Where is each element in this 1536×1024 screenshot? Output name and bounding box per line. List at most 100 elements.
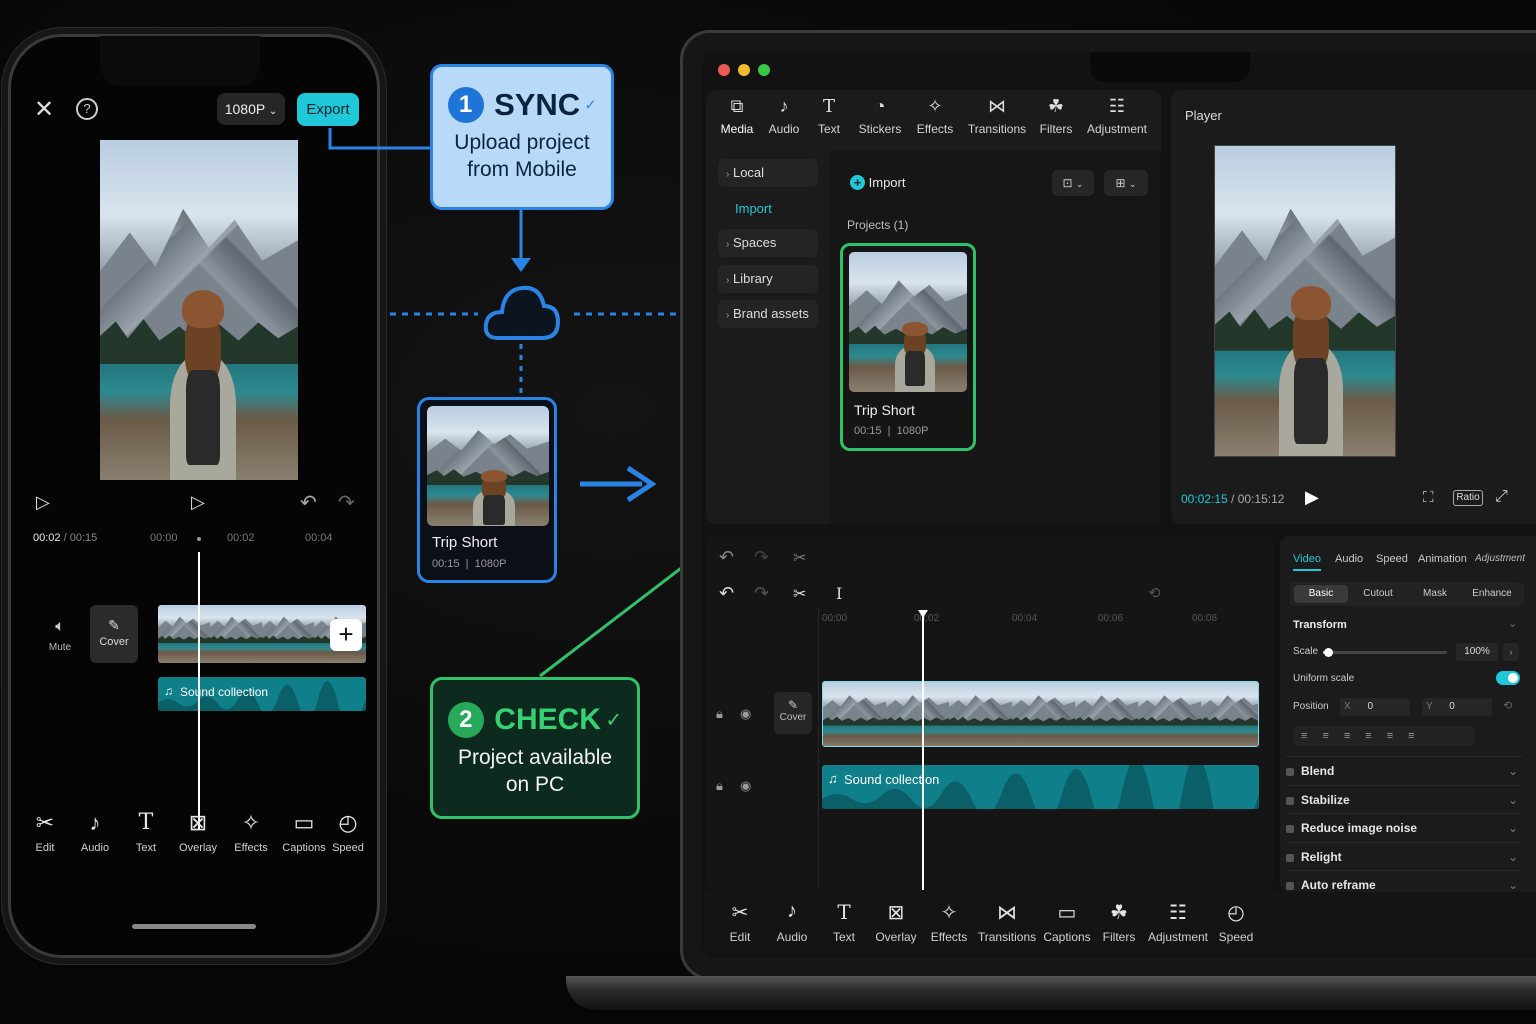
desktop-project-card[interactable]: Trip Short 00:15 | 1080P bbox=[840, 243, 976, 451]
reset-icon[interactable]: ⟲ bbox=[1503, 699, 1512, 712]
scale-stepper[interactable]: › bbox=[1503, 643, 1519, 661]
chevron-right-icon: › bbox=[726, 169, 730, 180]
subtab-mask[interactable]: Mask bbox=[1410, 585, 1460, 603]
sparkle-icon: ✧ bbox=[927, 96, 943, 116]
clip-frame bbox=[1138, 682, 1201, 746]
top-tool-stickers[interactable]: ◔ Stickers bbox=[851, 96, 909, 136]
bottom-tool-edit[interactable]: ✂ Edit bbox=[710, 900, 770, 944]
align-center-icon[interactable]: ≡ bbox=[1322, 730, 1343, 742]
align-bottom-icon[interactable]: ≡ bbox=[1408, 730, 1429, 742]
top-tool-filters[interactable]: ☘ Filters bbox=[1027, 96, 1085, 136]
bottom-tool-effects[interactable]: ✧ Effects bbox=[919, 900, 979, 944]
window-maximize-button[interactable] bbox=[758, 64, 770, 76]
bottom-tool-adjustment[interactable]: ☷ Adjustment bbox=[1144, 900, 1212, 944]
table-icon: ⊞ bbox=[1115, 176, 1126, 190]
timeline-video-track[interactable] bbox=[822, 681, 1259, 747]
section-checkbox[interactable] bbox=[1286, 881, 1294, 890]
align-right-icon[interactable]: ≡ bbox=[1344, 730, 1365, 742]
tool-label: Adjustment bbox=[1147, 930, 1209, 944]
bottom-tool-filters[interactable]: ☘ Filters bbox=[1089, 900, 1149, 944]
crop-icon[interactable]: ⛶ bbox=[1423, 489, 1434, 506]
chevron-down-icon[interactable]: ⌄ bbox=[1508, 617, 1517, 630]
section-checkbox[interactable] bbox=[1286, 824, 1294, 833]
laptop-base bbox=[566, 976, 1536, 1010]
props-tab-adjustment[interactable]: Adjustment bbox=[1475, 553, 1533, 564]
sync-line2: from Mobile bbox=[467, 158, 577, 181]
subtab-enhance[interactable]: Enhance bbox=[1464, 585, 1520, 603]
bottom-tool-overlay[interactable]: ⊠ Overlay bbox=[866, 900, 926, 944]
tool-label: Edit bbox=[729, 930, 751, 944]
bottom-tool-captions[interactable]: ▭ Captions bbox=[1037, 900, 1097, 944]
timeline-audio-track[interactable]: ♫ Sound collection bbox=[822, 765, 1259, 809]
props-tab-speed[interactable]: Speed bbox=[1376, 553, 1408, 565]
position-y-field[interactable]: Y 0 bbox=[1422, 698, 1492, 716]
sort-button[interactable]: ⊞ ⌄ bbox=[1104, 170, 1148, 196]
view-toggle-button[interactable]: ⊡ ⌄ bbox=[1052, 170, 1094, 196]
import-button[interactable]: + Import bbox=[850, 175, 905, 190]
check-callout: 2 CHECK ✓ Project available on PC bbox=[430, 677, 640, 819]
lock-icon[interactable]: 🔒︎ bbox=[716, 778, 723, 794]
section-checkbox[interactable] bbox=[1286, 767, 1294, 776]
fullscreen-icon[interactable]: ⤢ bbox=[1495, 488, 1508, 506]
ratio-button[interactable]: Ratio bbox=[1453, 490, 1483, 506]
scale-value-input[interactable]: 100% bbox=[1456, 643, 1498, 661]
align-left-icon[interactable]: ≡ bbox=[1301, 730, 1322, 742]
top-tool-transitions[interactable]: ⋈ Transitions bbox=[962, 96, 1032, 136]
position-x-field[interactable]: X 0 bbox=[1340, 698, 1410, 716]
section-relight[interactable]: Relight ⌄ bbox=[1286, 843, 1526, 871]
top-tool-adjustment[interactable]: ☷ Adjustment bbox=[1082, 96, 1152, 136]
align-toolbar[interactable]: ≡≡≡≡≡≡ bbox=[1293, 726, 1475, 746]
uniform-scale-toggle[interactable] bbox=[1496, 671, 1520, 685]
sidebar-item-local[interactable]: › Local bbox=[718, 159, 818, 187]
bottom-tool-text[interactable]: T Text bbox=[814, 900, 874, 944]
transform-heading: Transform bbox=[1293, 619, 1347, 631]
eye-icon[interactable]: ◉ bbox=[740, 778, 751, 794]
sidebar-item-brand-assets[interactable]: › Brand assets bbox=[718, 300, 818, 328]
subtab-cutout[interactable]: Cutout bbox=[1352, 585, 1404, 603]
window-minimize-button[interactable] bbox=[738, 64, 750, 76]
props-tab-animation[interactable]: Animation bbox=[1418, 553, 1467, 565]
time-total: 00:15:12 bbox=[1237, 492, 1285, 506]
sidebar-item-spaces[interactable]: › Spaces bbox=[718, 229, 818, 257]
eye-icon[interactable]: ◉ bbox=[740, 706, 751, 722]
time-separator: / bbox=[1227, 492, 1238, 506]
axis-label: Y bbox=[1426, 701, 1433, 712]
snap-icon[interactable]: ⟲ bbox=[1148, 584, 1161, 602]
props-tab-audio[interactable]: Audio bbox=[1335, 553, 1363, 565]
player-video bbox=[1214, 145, 1396, 457]
section-stabilize[interactable]: Stabilize ⌄ bbox=[1286, 786, 1526, 814]
window-close-button[interactable] bbox=[718, 64, 730, 76]
sidebar-item-import[interactable]: Import bbox=[735, 201, 772, 216]
subtab-basic[interactable]: Basic bbox=[1294, 585, 1348, 603]
bottom-tool-transitions[interactable]: ⋈ Transitions bbox=[974, 900, 1040, 944]
redo-icon[interactable]: ↷ bbox=[754, 583, 769, 604]
section-blend[interactable]: Blend ⌄ bbox=[1286, 757, 1526, 785]
sidebar-item-library[interactable]: › Library bbox=[718, 265, 818, 293]
top-tool-effects[interactable]: ✧ Effects bbox=[906, 96, 964, 136]
trim-icon[interactable]: I bbox=[836, 584, 842, 603]
lock-icon[interactable]: 🔒︎ bbox=[716, 706, 723, 722]
ruler-mark: 00:04 bbox=[1012, 613, 1038, 624]
top-tool-text[interactable]: T Text bbox=[800, 96, 858, 136]
section-checkbox[interactable] bbox=[1286, 853, 1294, 862]
tool-label: Filters bbox=[1102, 930, 1136, 944]
ruler-mark: 00:06 bbox=[1098, 613, 1124, 624]
ghost-redo-icon: ↷ bbox=[754, 547, 770, 567]
bottom-tool-speed[interactable]: ◴ Speed bbox=[1206, 900, 1266, 944]
hiker-figure bbox=[1279, 286, 1343, 456]
align-top-icon[interactable]: ≡ bbox=[1365, 730, 1386, 742]
scale-slider[interactable] bbox=[1323, 648, 1447, 657]
timeline-playhead[interactable] bbox=[922, 612, 924, 890]
timeline-cover-button[interactable]: ✎ Cover bbox=[774, 692, 812, 734]
captions-icon: ▭ bbox=[1057, 902, 1077, 924]
undo-icon[interactable]: ↶ bbox=[719, 583, 734, 604]
props-tab-video[interactable]: Video bbox=[1293, 553, 1321, 571]
section-reduce-image-noise[interactable]: Reduce image noise ⌄ bbox=[1286, 814, 1526, 842]
player-play-button[interactable]: ▶ bbox=[1305, 487, 1319, 508]
scissors-icon: ✂ bbox=[731, 902, 749, 924]
align-middle-icon[interactable]: ≡ bbox=[1387, 730, 1408, 742]
scale-slider-knob[interactable] bbox=[1323, 648, 1333, 657]
section-checkbox[interactable] bbox=[1286, 796, 1294, 805]
split-icon[interactable]: ✂ bbox=[793, 584, 806, 604]
bottom-tool-audio[interactable]: ♪ Audio bbox=[762, 900, 822, 944]
